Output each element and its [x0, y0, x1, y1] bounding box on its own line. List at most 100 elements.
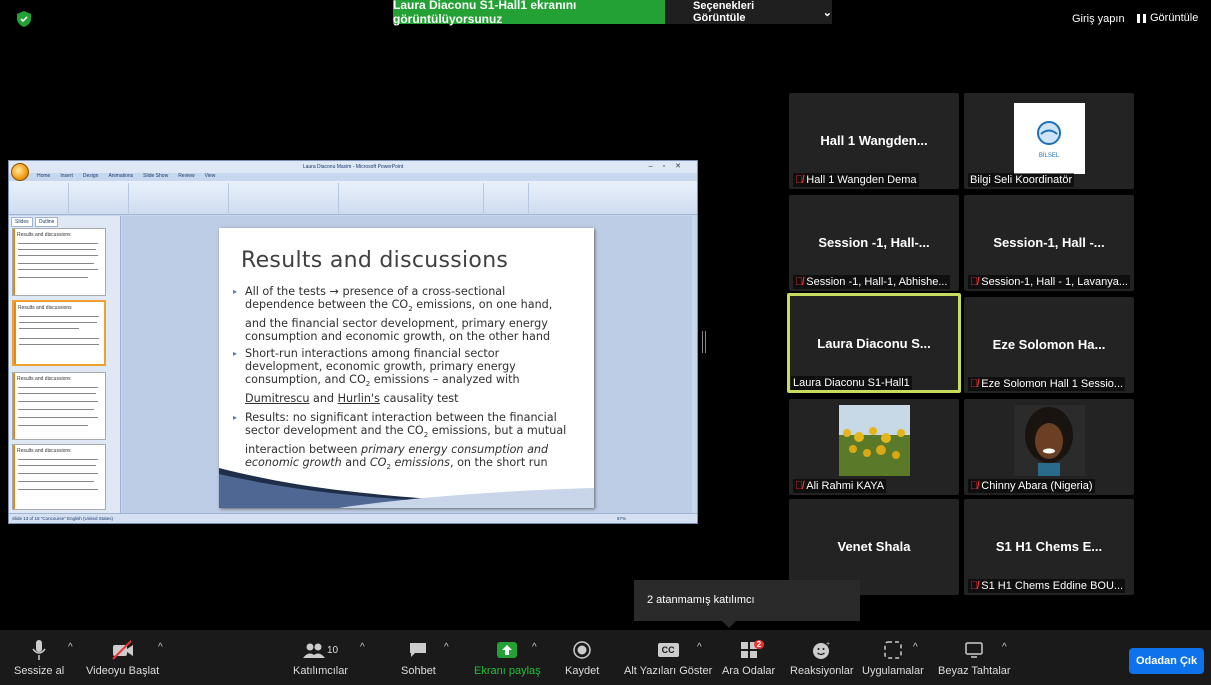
video-tile[interactable]: 🎙̸ Ali Rahmi KAYA: [789, 399, 959, 495]
leave-meeting-button[interactable]: Odadan Çık: [1129, 648, 1204, 674]
video-tile[interactable]: 🎙̸ Chinny Abara (Nigeria): [964, 399, 1134, 495]
tile-name-label: 🎙̸ Ali Rahmi KAYA: [793, 479, 887, 493]
tile-display-name: Eze Solomon Ha...: [992, 337, 1106, 352]
screen-share-banner: Laura Diaconu S1-Hall1 ekranını görüntül…: [393, 0, 665, 26]
chat-button[interactable]: Sohbet: [401, 638, 436, 677]
tile-name-label: 🎙̸ Session-1, Hall - 1, Lavanya...: [968, 275, 1130, 289]
slide-thumbnail: Results and discussions: [12, 444, 106, 510]
grid-view-icon: [1137, 13, 1146, 23]
video-tile[interactable]: Session -1, Hall-... 🎙̸ Session -1, Hall-…: [789, 195, 959, 291]
slide-thumbnail-selected: Results and discussions: [12, 300, 106, 366]
view-options-label: Seçenekleri Görüntüle: [693, 0, 755, 24]
whiteboard-options-caret[interactable]: ^: [1002, 642, 1007, 653]
mic-muted-icon: 🎙̸: [795, 174, 804, 186]
tile-display-name: Session -1, Hall-...: [818, 235, 930, 250]
tile-display-name: Session-1, Hall -...: [993, 235, 1105, 250]
tile-display-name: Venet Shala: [837, 539, 911, 554]
whiteboards-button[interactable]: Beyaz Tahtalar: [938, 638, 1011, 677]
unassigned-participants-tooltip: 2 atanmamış katılımcı: [634, 580, 860, 621]
video-options-caret[interactable]: ^: [158, 642, 163, 653]
view-button[interactable]: Görüntüle: [1137, 12, 1198, 24]
tile-name-label: Laura Diaconu S1-Hall1: [791, 376, 912, 390]
start-video-button[interactable]: Videoyu Başlat: [86, 638, 159, 677]
slide-bullet: ▸ Short-run interactions among financial …: [233, 347, 520, 405]
ppt-panel-tab: Outline: [34, 217, 59, 227]
view-options-button[interactable]: Seçenekleri Görüntüle ⌄: [665, 0, 832, 24]
video-tile[interactable]: Hall 1 Wangden... 🎙̸ Hall 1 Wangden Dema: [789, 93, 959, 189]
tile-display-name: Hall 1 Wangden...: [820, 133, 928, 148]
mute-options-caret[interactable]: ^: [68, 642, 73, 653]
svg-text:+: +: [826, 641, 830, 648]
slide-thumbnail: Results and discussions: [12, 228, 106, 296]
login-link[interactable]: Giriş yapın: [1072, 13, 1125, 25]
tile-name-label: 🎙̸ Session -1, Hall-1, Abhishe...: [793, 275, 950, 289]
ppt-window-title: Laura Diaconu Maxim - Microsoft PowerPoi…: [9, 161, 697, 173]
video-off-icon: [111, 638, 135, 662]
share-screen-icon: [497, 638, 518, 662]
chat-options-caret[interactable]: ^: [444, 642, 449, 653]
bilsel-logo: BİLSEL: [1014, 103, 1085, 174]
ppt-window-controls: –▫✕: [648, 163, 691, 170]
shared-screen[interactable]: Laura Diaconu Maxim - Microsoft PowerPoi…: [8, 160, 698, 524]
slide-bullet: ▸ All of the tests → presence of a cross-…: [233, 285, 553, 343]
tile-name-label: 🎙̸ S1 H1 Chems Eddine BOU...: [968, 579, 1126, 593]
mic-muted-icon: 🎙̸: [795, 276, 804, 288]
microphone-icon: [32, 638, 46, 662]
ppt-ribbon: [9, 181, 697, 215]
tile-display-name: Laura Diaconu S...: [817, 336, 931, 351]
apps-options-caret[interactable]: ^: [913, 642, 918, 653]
profile-avatar-photo: [1014, 405, 1085, 476]
mic-muted-icon: 🎙̸: [970, 276, 979, 288]
video-tile[interactable]: BİLSEL Bilgi Seli Koordinatör: [964, 93, 1134, 189]
slide-swoosh-decoration: [219, 468, 594, 508]
tile-display-name: S1 H1 Chems E...: [995, 539, 1103, 554]
breakout-rooms-button[interactable]: 2 Ara Odalar: [722, 638, 775, 677]
record-button[interactable]: Kaydet: [565, 638, 599, 677]
leave-label: Odadan Çık: [1135, 655, 1198, 667]
ppt-slides-panel: Slides Outline Results and discussions R…: [9, 216, 121, 514]
video-tile[interactable]: S1 H1 Chems E... 🎙̸ S1 H1 Chems Eddine BO…: [964, 499, 1134, 595]
captions-options-caret[interactable]: ^: [697, 642, 702, 653]
ppt-status-bar: Slide 13 of 18 "Concourse" English (Unit…: [9, 513, 697, 523]
breakout-badge: 2: [753, 640, 765, 649]
share-options-caret[interactable]: ^: [532, 642, 537, 653]
closed-captions-icon: CC: [657, 638, 679, 662]
share-screen-button[interactable]: Ekranı paylaş: [474, 638, 541, 677]
whiteboard-icon: [965, 638, 984, 662]
tooltip-arrow: [722, 621, 736, 628]
chevron-down-icon: ⌄: [822, 6, 832, 19]
slide-title: Results and discussions: [241, 248, 509, 273]
ppt-zoom: 97%: [617, 516, 627, 521]
participants-button[interactable]: 10 Katılımcılar: [293, 638, 348, 677]
video-tile-active-speaker[interactable]: Laura Diaconu S... Laura Diaconu S1-Hall…: [787, 293, 961, 393]
mic-muted-icon: 🎙̸: [970, 580, 979, 592]
ppt-panel-tab: Slides: [11, 217, 33, 227]
share-banner-text: Laura Diaconu S1-Hall1 ekranını görüntül…: [393, 0, 577, 26]
breakout-rooms-icon: 2: [740, 638, 765, 662]
chat-icon: [409, 638, 427, 662]
tooltip-text: 2 atanmamış katılımcı: [647, 594, 755, 606]
participants-icon: 10: [302, 638, 338, 662]
reactions-button[interactable]: + Reaksiyonlar: [790, 638, 854, 677]
record-icon: [573, 638, 591, 662]
tile-name-label: 🎙̸ Eze Solomon Hall 1 Sessio...: [968, 377, 1126, 391]
video-tile[interactable]: Eze Solomon Ha... 🎙̸ Eze Solomon Hall 1 S…: [964, 297, 1134, 393]
mic-muted-icon: 🎙̸: [970, 378, 979, 390]
view-label: Görüntüle: [1150, 12, 1199, 24]
current-slide: Results and discussions ▸ All of the test…: [219, 228, 594, 508]
smiley-plus-icon: +: [812, 638, 832, 662]
office-button-icon: [11, 163, 29, 181]
mic-muted-icon: 🎙̸: [970, 480, 979, 492]
video-tile[interactable]: Session-1, Hall -... 🎙̸ Session-1, Hall -…: [964, 195, 1134, 291]
sunflower-avatar-photo: [839, 405, 910, 476]
slide-thumbnail: Results and discussions: [12, 372, 106, 440]
view-splitter-handle[interactable]: [702, 331, 706, 353]
tile-name-label: Bilgi Seli Koordinatör: [968, 173, 1075, 187]
tile-name-label: 🎙̸ Hall 1 Wangden Dema: [793, 173, 919, 187]
tile-name-label: 🎙̸ Chinny Abara (Nigeria): [968, 479, 1095, 493]
mic-muted-icon: 🎙̸: [795, 480, 804, 492]
apps-icon: [884, 638, 902, 662]
mute-button[interactable]: Sessize al: [14, 638, 64, 677]
participants-options-caret[interactable]: ^: [360, 642, 365, 653]
security-shield-icon[interactable]: [17, 11, 31, 27]
